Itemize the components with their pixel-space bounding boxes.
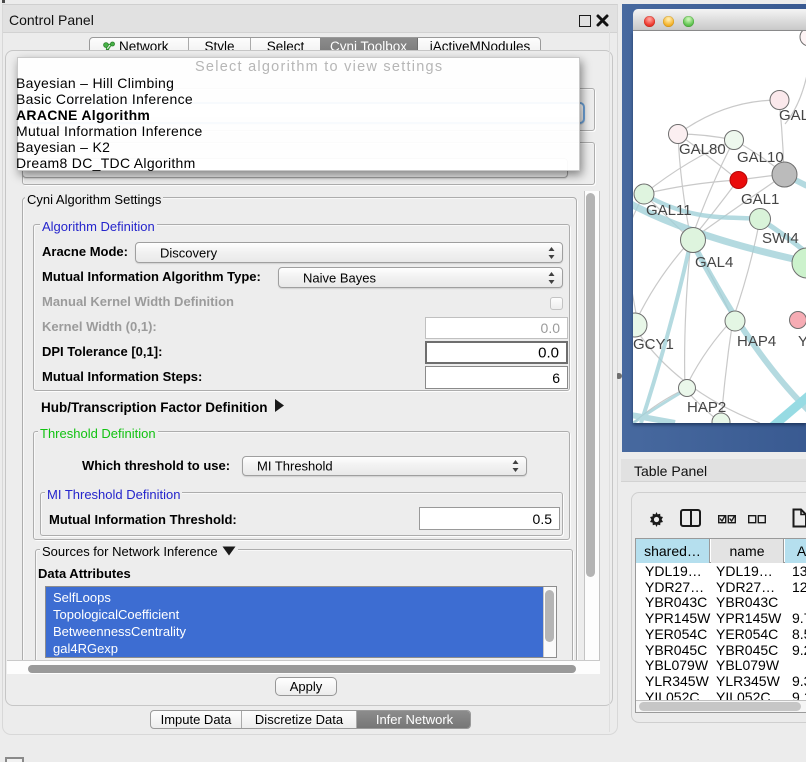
svg-text:GAL1: GAL1 xyxy=(741,191,779,208)
svg-text:HAP4: HAP4 xyxy=(737,333,776,350)
svg-text:GCY1: GCY1 xyxy=(633,336,674,353)
svg-text:HAP2: HAP2 xyxy=(687,399,726,416)
svg-text:SWI4: SWI4 xyxy=(762,230,799,247)
svg-text:GAL4: GAL4 xyxy=(695,254,733,271)
svg-text:Y: Y xyxy=(798,333,806,350)
svg-text:GAL80: GAL80 xyxy=(679,141,726,158)
svg-text:GAL11: GAL11 xyxy=(646,202,692,219)
svg-text:GAL10: GAL10 xyxy=(737,149,784,166)
svg-text:GAL7: GAL7 xyxy=(779,107,806,124)
